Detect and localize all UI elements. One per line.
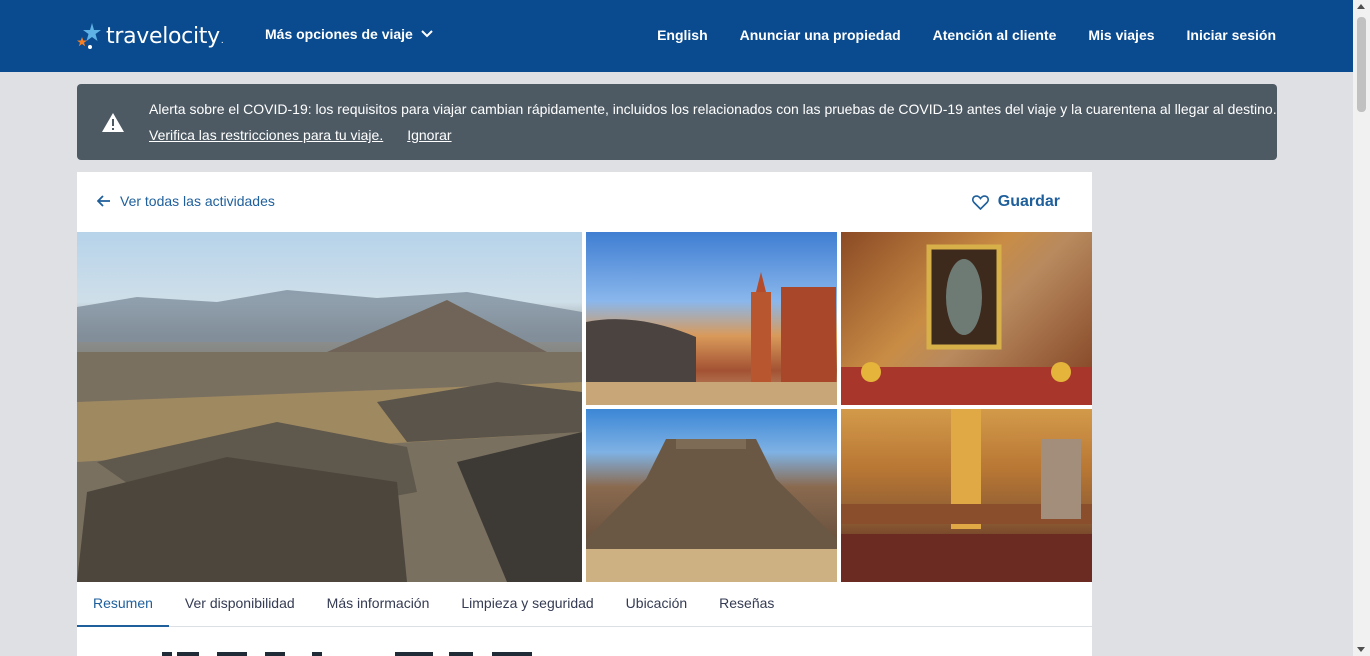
- nav-sign-in[interactable]: Iniciar sesión: [1187, 27, 1276, 43]
- activity-title-cropped: [97, 647, 537, 656]
- photo-gallery[interactable]: [77, 232, 1092, 582]
- covid-alert-banner: Alerta sobre el COVID-19: los requisitos…: [77, 84, 1277, 160]
- gallery-photo-teotihuacan-main[interactable]: [77, 232, 582, 582]
- page-scrollbar[interactable]: [1353, 0, 1370, 656]
- top-header: travelocity . Más opciones de viaje Engl…: [0, 0, 1353, 72]
- check-restrictions-link[interactable]: Verifica las restricciones para tu viaje…: [149, 127, 383, 143]
- alert-message: Alerta sobre el COVID-19: los requisitos…: [149, 101, 1277, 117]
- back-to-activities-link[interactable]: Ver todas las actividades: [97, 193, 275, 209]
- pyramid-of-sun-illustration: [586, 439, 837, 582]
- back-link-label: Ver todas las actividades: [120, 193, 275, 209]
- save-button[interactable]: Guardar: [971, 193, 1060, 211]
- gallery-photo-guadalupe-image[interactable]: [841, 232, 1092, 405]
- ignore-alert-link[interactable]: Ignorar: [407, 127, 451, 143]
- basilica-interior-illustration: [841, 409, 1092, 582]
- cropped-title-glyph-tops: [162, 652, 532, 656]
- nav-customer-support[interactable]: Atención al cliente: [933, 27, 1057, 43]
- gallery-photo-basilica-exterior[interactable]: [586, 232, 837, 405]
- activity-tabs: Resumen Ver disponibilidad Más informaci…: [77, 582, 1092, 627]
- pyramid-scene-illustration: [77, 290, 582, 582]
- arrow-left-icon: [97, 195, 110, 207]
- tab-more-info[interactable]: Más información: [311, 582, 446, 627]
- travelocity-logo[interactable]: travelocity .: [76, 18, 224, 54]
- nav-my-trips[interactable]: Mis viajes: [1088, 27, 1154, 43]
- gallery-photo-basilica-interior[interactable]: [841, 409, 1092, 582]
- chevron-down-icon: [421, 30, 433, 38]
- tab-availability[interactable]: Ver disponibilidad: [169, 582, 311, 627]
- heart-icon: [971, 194, 989, 210]
- header-nav: English Anunciar una propiedad Atención …: [657, 27, 1276, 43]
- nav-list-property[interactable]: Anunciar una propiedad: [740, 27, 901, 43]
- tab-reviews[interactable]: Reseñas: [703, 582, 790, 627]
- scroll-thumb[interactable]: [1357, 17, 1366, 112]
- tab-summary[interactable]: Resumen: [77, 582, 169, 627]
- more-travel-options-menu[interactable]: Más opciones de viaje: [265, 26, 433, 42]
- save-label: Guardar: [997, 193, 1060, 210]
- logo-dot: .: [220, 35, 224, 46]
- gallery-photo-pyramid-of-sun[interactable]: [586, 409, 837, 582]
- logo-star-icon: [77, 23, 101, 49]
- more-options-label: Más opciones de viaje: [265, 26, 413, 42]
- tab-location[interactable]: Ubicación: [610, 582, 703, 627]
- scroll-up-arrow-icon[interactable]: [1357, 4, 1365, 9]
- scroll-down-arrow-icon[interactable]: [1357, 647, 1365, 652]
- basilica-exterior-illustration: [586, 272, 837, 405]
- tab-cleaning-safety[interactable]: Limpieza y seguridad: [445, 582, 609, 627]
- activity-card: Ver todas las actividades Guardar Resume…: [77, 172, 1092, 656]
- logo-wordmark: travelocity: [106, 23, 220, 49]
- nav-language[interactable]: English: [657, 27, 708, 43]
- warning-icon: [102, 113, 124, 132]
- altar-image-illustration: [841, 244, 1092, 405]
